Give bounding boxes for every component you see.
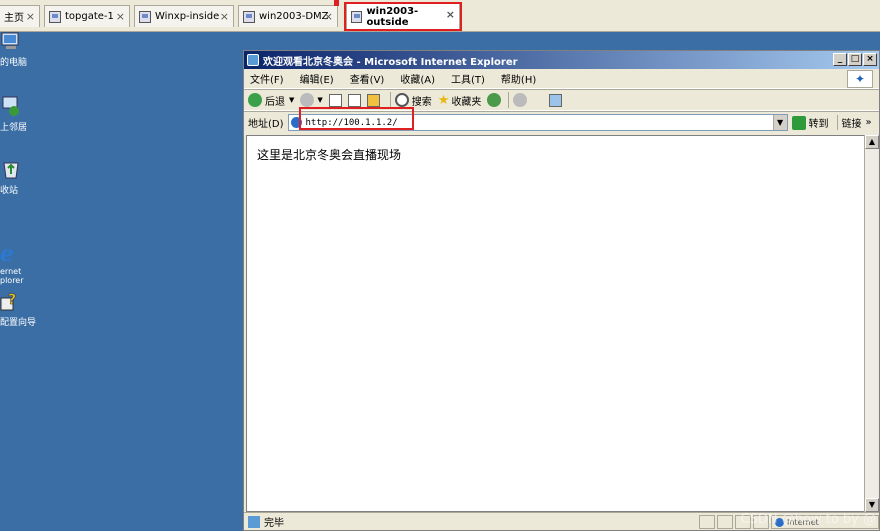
network-places-icon: [0, 95, 22, 117]
ie-window: 欢迎观看北京冬奥会 - Microsoft Internet Explorer …: [243, 50, 880, 531]
minimize-button[interactable]: _: [833, 53, 847, 66]
vm-icon: [139, 10, 151, 23]
config-wizard-icon: ?: [0, 290, 22, 312]
favorites-label: 收藏夹: [451, 96, 482, 108]
back-button[interactable]: 后退 ▼: [248, 93, 294, 108]
maximize-button[interactable]: □: [848, 53, 862, 66]
menu-edit[interactable]: 编辑(E): [300, 71, 334, 86]
refresh-icon[interactable]: [347, 93, 361, 107]
chevron-down-icon: ▼: [289, 96, 295, 104]
desktop-item-label: 上邻居: [0, 123, 28, 133]
ie-window-icon: [247, 54, 259, 66]
go-button[interactable]: 转到: [791, 115, 829, 130]
desktop-item-label: ernet plorer: [0, 267, 24, 285]
close-icon[interactable]: ×: [26, 10, 35, 23]
desktop-item-label: 配置向导: [0, 318, 37, 328]
internet-explorer-icon: e: [0, 233, 22, 267]
search-icon: [394, 93, 409, 107]
print-icon[interactable]: [549, 93, 563, 107]
search-label: 搜索: [411, 96, 432, 108]
tab-label: topgate-1: [65, 11, 114, 22]
toolbar-separator: [508, 92, 510, 108]
status-cell: [717, 515, 733, 529]
page-done-icon: [248, 515, 260, 528]
media-icon[interactable]: [487, 93, 502, 107]
mail-icon[interactable]: [530, 93, 544, 107]
vm-icon: [243, 10, 255, 23]
highlight-box-address: [299, 107, 414, 130]
chevron-right-icon[interactable]: »: [866, 117, 872, 128]
menu-favorites[interactable]: 收藏(A): [400, 71, 435, 86]
menu-help[interactable]: 帮助(H): [501, 71, 536, 86]
close-icon[interactable]: ×: [116, 10, 125, 23]
menu-file[interactable]: 文件(F): [250, 71, 284, 86]
vm-tab-strip: 主页 × topgate-1 × Winxp-inside × win2003-…: [0, 0, 880, 32]
desktop-item-internet-explorer[interactable]: e ernet plorer: [0, 224, 44, 294]
highlight-box-tab: [344, 2, 462, 31]
links-button[interactable]: 链接: [836, 115, 862, 130]
my-computer-icon: [0, 30, 22, 52]
windows-logo-icon: ✦: [847, 70, 873, 88]
back-label: 后退: [265, 96, 285, 108]
menu-tools[interactable]: 工具(T): [451, 71, 485, 86]
menu-view[interactable]: 查看(V): [350, 71, 385, 86]
desktop-item-label: 的电脑: [0, 58, 28, 68]
chevron-down-icon: ▼: [317, 96, 323, 104]
favorites-button[interactable]: ★ 收藏夹: [438, 93, 482, 108]
history-icon[interactable]: [513, 93, 528, 107]
tab-win2003-dmz[interactable]: win2003-DMZ ×: [238, 5, 338, 27]
vm-icon: [49, 10, 61, 23]
search-button[interactable]: 搜索: [394, 93, 432, 108]
watermark: CSDN @how to by @: [740, 512, 876, 527]
forward-button[interactable]: ▼: [300, 93, 323, 107]
tab-topgate-1[interactable]: topgate-1 ×: [44, 5, 130, 27]
vertical-scrollbar[interactable]: ▲ ▼: [864, 135, 879, 512]
back-arrow-icon: [248, 93, 262, 107]
page-text: 这里是北京冬奥会直播现场: [257, 148, 402, 162]
tab-label: Winxp-inside: [155, 11, 220, 22]
ie-titlebar[interactable]: 欢迎观看北京冬奥会 - Microsoft Internet Explorer …: [244, 51, 879, 69]
stop-icon[interactable]: [328, 93, 342, 107]
home-icon[interactable]: [366, 93, 380, 107]
status-text: 完毕: [264, 518, 284, 529]
desktop-item-my-computer[interactable]: 的电脑: [0, 30, 44, 68]
star-icon: ★: [437, 92, 450, 108]
status-cell: [699, 515, 715, 529]
chevron-down-icon[interactable]: ▼: [772, 115, 787, 130]
desktop-item-label: 收站: [0, 186, 19, 196]
menu-bar: 文件(F) 编辑(E) 查看(V) 收藏(A) 工具(T) 帮助(H) ✦: [244, 69, 879, 89]
tab-home-label: 主页: [4, 13, 24, 24]
close-button[interactable]: ×: [863, 53, 877, 66]
svg-text:e: e: [0, 242, 14, 264]
recycle-bin-icon: [0, 158, 22, 180]
address-label: 地址(D): [248, 119, 284, 130]
svg-text:?: ?: [8, 292, 16, 308]
red-marker: [334, 0, 339, 6]
tab-winxp-inside[interactable]: Winxp-inside ×: [134, 5, 234, 27]
desktop-item-recycle-bin[interactable]: 收站: [0, 158, 44, 196]
window-title: 欢迎观看北京冬奥会 - Microsoft Internet Explorer: [263, 56, 518, 68]
go-arrow-icon: [791, 115, 806, 130]
desktop-item-config-wizard[interactable]: ? 配置向导: [0, 290, 44, 328]
close-icon[interactable]: ×: [324, 10, 333, 23]
forward-arrow-icon: [300, 93, 315, 107]
close-icon[interactable]: ×: [220, 10, 229, 23]
go-label: 转到: [808, 119, 829, 130]
toolbar-separator: [389, 92, 391, 108]
scroll-up-icon[interactable]: ▲: [865, 135, 879, 149]
tab-label: win2003-DMZ: [259, 11, 329, 22]
tab-home[interactable]: 主页 ×: [0, 5, 40, 27]
desktop-item-network[interactable]: 上邻居: [0, 95, 44, 133]
page-content[interactable]: 这里是北京冬奥会直播现场: [246, 135, 865, 512]
scroll-down-icon[interactable]: ▼: [865, 498, 879, 512]
